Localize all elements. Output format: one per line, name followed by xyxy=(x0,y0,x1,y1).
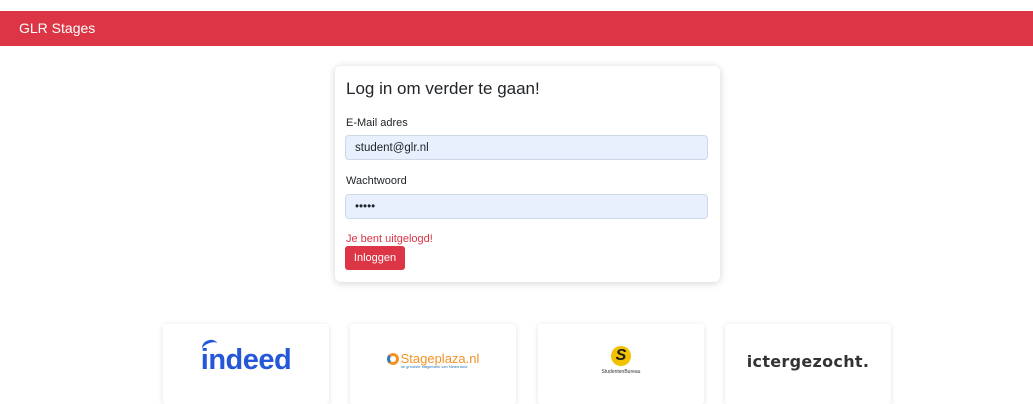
partner-card-indeed[interactable]: indeed xyxy=(163,324,329,404)
login-title: Log in om verder te gaan! xyxy=(346,79,540,98)
studentenbureau-logo: S StudentenBureau xyxy=(601,346,641,375)
brand-link[interactable]: GLR Stages xyxy=(19,20,95,36)
logout-message: Je bent uitgelogd! xyxy=(346,233,433,245)
partner-card-studentenbureau[interactable]: S StudentenBureau xyxy=(538,324,704,404)
ictergezocht-logo: ictergezocht. xyxy=(746,352,870,371)
stageplaza-logo: Stageplaza.nl de grootste stagebank van … xyxy=(386,351,479,369)
login-button[interactable]: Inloggen xyxy=(345,246,405,270)
indeed-logo: indeed xyxy=(200,337,292,377)
email-label: E-Mail adres xyxy=(346,117,408,129)
partner-card-ictergezocht[interactable]: ictergezocht. xyxy=(725,324,891,404)
navbar: GLR Stages xyxy=(0,11,1033,46)
password-field[interactable] xyxy=(345,194,708,219)
email-field[interactable] xyxy=(345,135,708,160)
studentenbureau-icon: S xyxy=(610,346,631,366)
partner-card-stageplaza[interactable]: Stageplaza.nl de grootste stagebank van … xyxy=(350,324,516,404)
login-card: Log in om verder te gaan! E-Mail adres W… xyxy=(335,66,720,282)
password-label: Wachtwoord xyxy=(346,175,407,187)
stageplaza-icon xyxy=(386,352,399,365)
